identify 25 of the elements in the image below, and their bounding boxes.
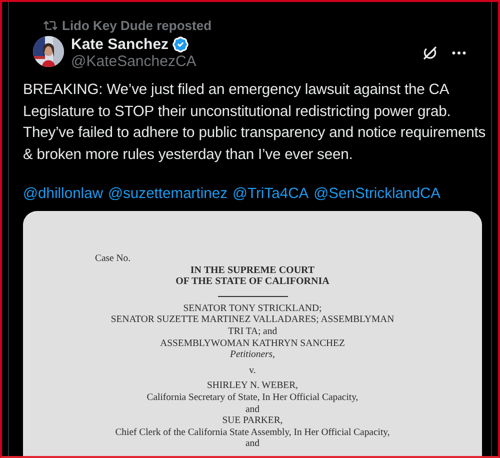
document-line: v. — [249, 364, 256, 376]
slashed-circle-icon[interactable] — [422, 45, 438, 61]
document-line: SENATOR SUZETTE MARTINEZ VALLADARES; ASSEMBLYMAN — [110, 314, 394, 326]
post-text: BREAKING: We’ve just filed an emergency lawsuit against the CA Legislature to STOP their unconstitutional redistricting power grab. They’ve failed to adhere to public transparency and notice requirements & broken more rules yesterday than I’ve ever seen. — [23, 81, 487, 164]
document-line: Petitioners, — [230, 349, 275, 361]
document-line: OF THE STATE OF CALIFORNIA — [176, 276, 330, 288]
document-line: ASSEMBLYWOMAN KATHRYN SANCHEZ — [160, 338, 345, 350]
document-line: SUE PARKER, — [222, 415, 283, 427]
repost-label[interactable]: Lido Key Dude reposted — [62, 18, 212, 32]
document-line: TRI TA; and — [228, 326, 278, 338]
mention-link[interactable]: @TriTa4CA — [232, 186, 309, 202]
author-name[interactable]: Kate Sanchez — [71, 36, 169, 53]
document-line: Chief Clerk of the California State Assembly, In Her Official Capacity, — [115, 426, 390, 438]
document-line: SHIRLEY N. WEBER, — [207, 380, 298, 392]
mention-link[interactable]: @dhillonlaw — [23, 186, 104, 202]
author-handle[interactable]: @KateSanchezCA — [71, 53, 415, 70]
document-line: and — [246, 438, 260, 450]
document-line: Case No. — [95, 253, 131, 265]
document-line: and — [246, 404, 260, 416]
document-image[interactable] — [23, 211, 482, 456]
document-line: California Secretary of State, In Her Official Capacity, — [146, 392, 358, 404]
mention-link[interactable]: @suzettemartinez — [108, 186, 228, 202]
mention-link[interactable]: @SenStricklandCA — [314, 186, 440, 202]
document-line: IN THE SUPREME COURT — [190, 264, 315, 276]
document-line: SENATOR TONY STRICKLAND; — [183, 302, 322, 314]
